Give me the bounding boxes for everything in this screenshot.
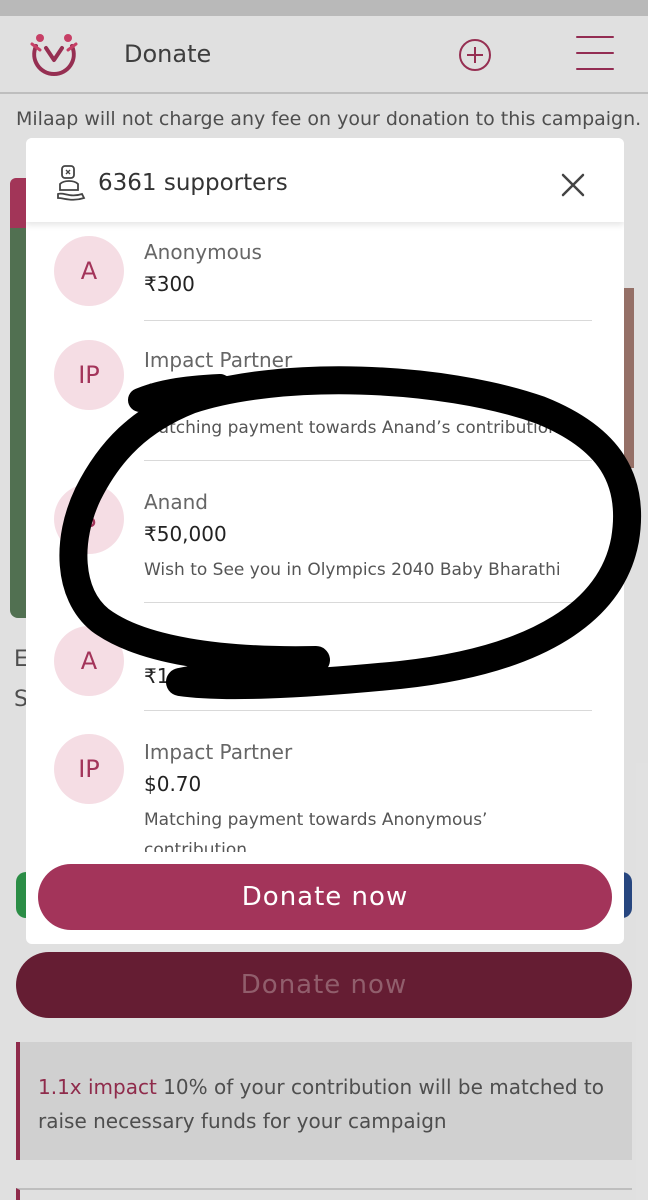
divider [144,320,592,321]
supporters-icon [57,165,86,201]
supporter-amount: $6 [144,380,170,404]
divider [144,602,592,603]
avatar: IP [54,734,124,804]
supporters-modal: 6361 supporters A Anonymous ₹300 IP Impa… [26,138,624,944]
donate-now-button[interactable]: Donate now [38,864,612,930]
supporter-amount: $0.70 [144,772,202,796]
modal-header: 6361 supporters [26,138,624,222]
close-icon[interactable] [560,172,586,198]
divider [144,460,592,461]
avatar: A [54,626,124,696]
supporter-amount: ₹50,000 [144,522,227,546]
supporter-name: Impact Partner [144,348,293,372]
divider [144,710,592,711]
avatar: IP [54,340,124,410]
supporter-message-cont: contribution [144,840,248,852]
supporter-message: Matching payment towards Anand’s contrib… [144,418,559,438]
supporter-name: Impact Partner [144,740,293,764]
supporters-count: 6361 supporters [98,170,288,196]
supporter-amount: ₹1,000 [144,664,214,688]
supporter-name: Anonymous [144,240,262,264]
supporter-list[interactable]: A Anonymous ₹300 IP Impact Partner $6 Ma… [26,222,624,852]
supporter-name: Anand [144,490,208,514]
avatar: A [54,236,124,306]
supporter-message: Matching payment towards Anonymous’ [144,810,488,830]
supporter-message: Wish to See you in Olympics 2040 Baby Bh… [144,560,561,580]
supporter-amount: ₹300 [144,272,195,296]
avatar: S [54,484,124,554]
